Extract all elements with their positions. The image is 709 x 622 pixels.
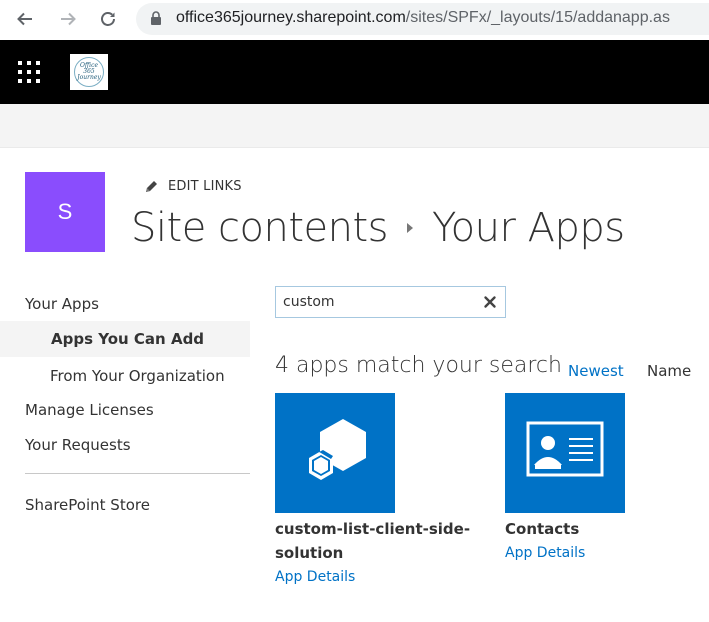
url-host: office365journey.sharepoint.com — [176, 9, 406, 26]
leftnav-manage-licenses[interactable]: Manage Licenses — [0, 392, 250, 428]
breadcrumb: Site contents Your Apps — [131, 205, 625, 251]
reload-button[interactable] — [95, 6, 121, 32]
clear-search-icon[interactable] — [483, 295, 497, 309]
edit-links-button[interactable]: EDIT LINKS — [144, 179, 242, 194]
contact-card-icon — [526, 421, 604, 477]
browser-toolbar: office365journey.sharepoint.com/sites/SP… — [0, 0, 709, 38]
url-text: office365journey.sharepoint.com/sites/SP… — [176, 9, 670, 27]
lock-icon — [151, 11, 161, 25]
app-search-box — [275, 286, 506, 318]
leftnav-label: From Your Organization — [50, 367, 225, 385]
leftnav-label: Your Requests — [25, 436, 131, 454]
arrow-left-icon — [17, 12, 32, 26]
suite-bar: Office 365 Journey — [0, 40, 709, 104]
app-name-line: solution — [275, 544, 344, 562]
leftnav-your-apps[interactable]: Your Apps — [0, 286, 250, 322]
address-bar[interactable]: office365journey.sharepoint.com/sites/SP… — [136, 3, 709, 35]
logo-badge: Office 365 Journey — [74, 57, 104, 87]
command-bar — [0, 104, 709, 148]
pencil-icon — [146, 181, 157, 192]
app-name-contacts[interactable]: Contacts — [505, 517, 579, 541]
breadcrumb-site-contents[interactable]: Site contents — [131, 205, 389, 251]
app-name-custom-list[interactable]: custom-list-client-side- solution — [275, 517, 470, 565]
leftnav-label: Apps You Can Add — [51, 330, 205, 348]
leftnav-from-your-organization[interactable]: From Your Organization — [0, 358, 250, 394]
leftnav-label: Your Apps — [25, 295, 99, 313]
cubes-icon — [309, 419, 366, 480]
edit-links-label: EDIT LINKS — [168, 179, 242, 194]
site-logo[interactable]: S — [25, 172, 105, 252]
leftnav-apps-you-can-add[interactable]: Apps You Can Add — [0, 321, 250, 357]
app-details-link-custom-list[interactable]: App Details — [275, 569, 355, 585]
breadcrumb-separator-icon — [407, 223, 413, 233]
sort-name-link[interactable]: Name — [647, 362, 691, 380]
leftnav-sharepoint-store[interactable]: SharePoint Store — [0, 487, 250, 523]
app-tile-custom-list[interactable] — [275, 393, 395, 513]
back-button[interactable] — [12, 6, 38, 32]
forward-button[interactable] — [55, 6, 81, 32]
url-path: /sites/SPFx/_layouts/15/addanapp.as — [405, 9, 670, 26]
logo-text-2: Journey — [77, 74, 101, 81]
leftnav-label: Manage Licenses — [25, 401, 154, 419]
leftnav-your-requests[interactable]: Your Requests — [0, 427, 250, 463]
page-title: Your Apps — [432, 205, 625, 251]
app-tile-contacts[interactable] — [505, 393, 625, 513]
tenant-logo[interactable]: Office 365 Journey — [70, 54, 108, 90]
leftnav-label: SharePoint Store — [25, 496, 150, 514]
app-name-line: Contacts — [505, 520, 580, 538]
results-count-title: 4 apps match your search — [275, 353, 562, 378]
app-search-input[interactable] — [283, 293, 473, 311]
reload-icon — [101, 12, 115, 26]
leftnav-divider — [25, 473, 250, 474]
app-details-link-contacts[interactable]: App Details — [505, 545, 585, 561]
arrow-right-icon — [61, 12, 76, 26]
app-name-line: custom-list-client-side- — [275, 520, 471, 538]
sort-newest-link[interactable]: Newest — [568, 362, 624, 380]
app-launcher-icon[interactable] — [18, 61, 40, 83]
